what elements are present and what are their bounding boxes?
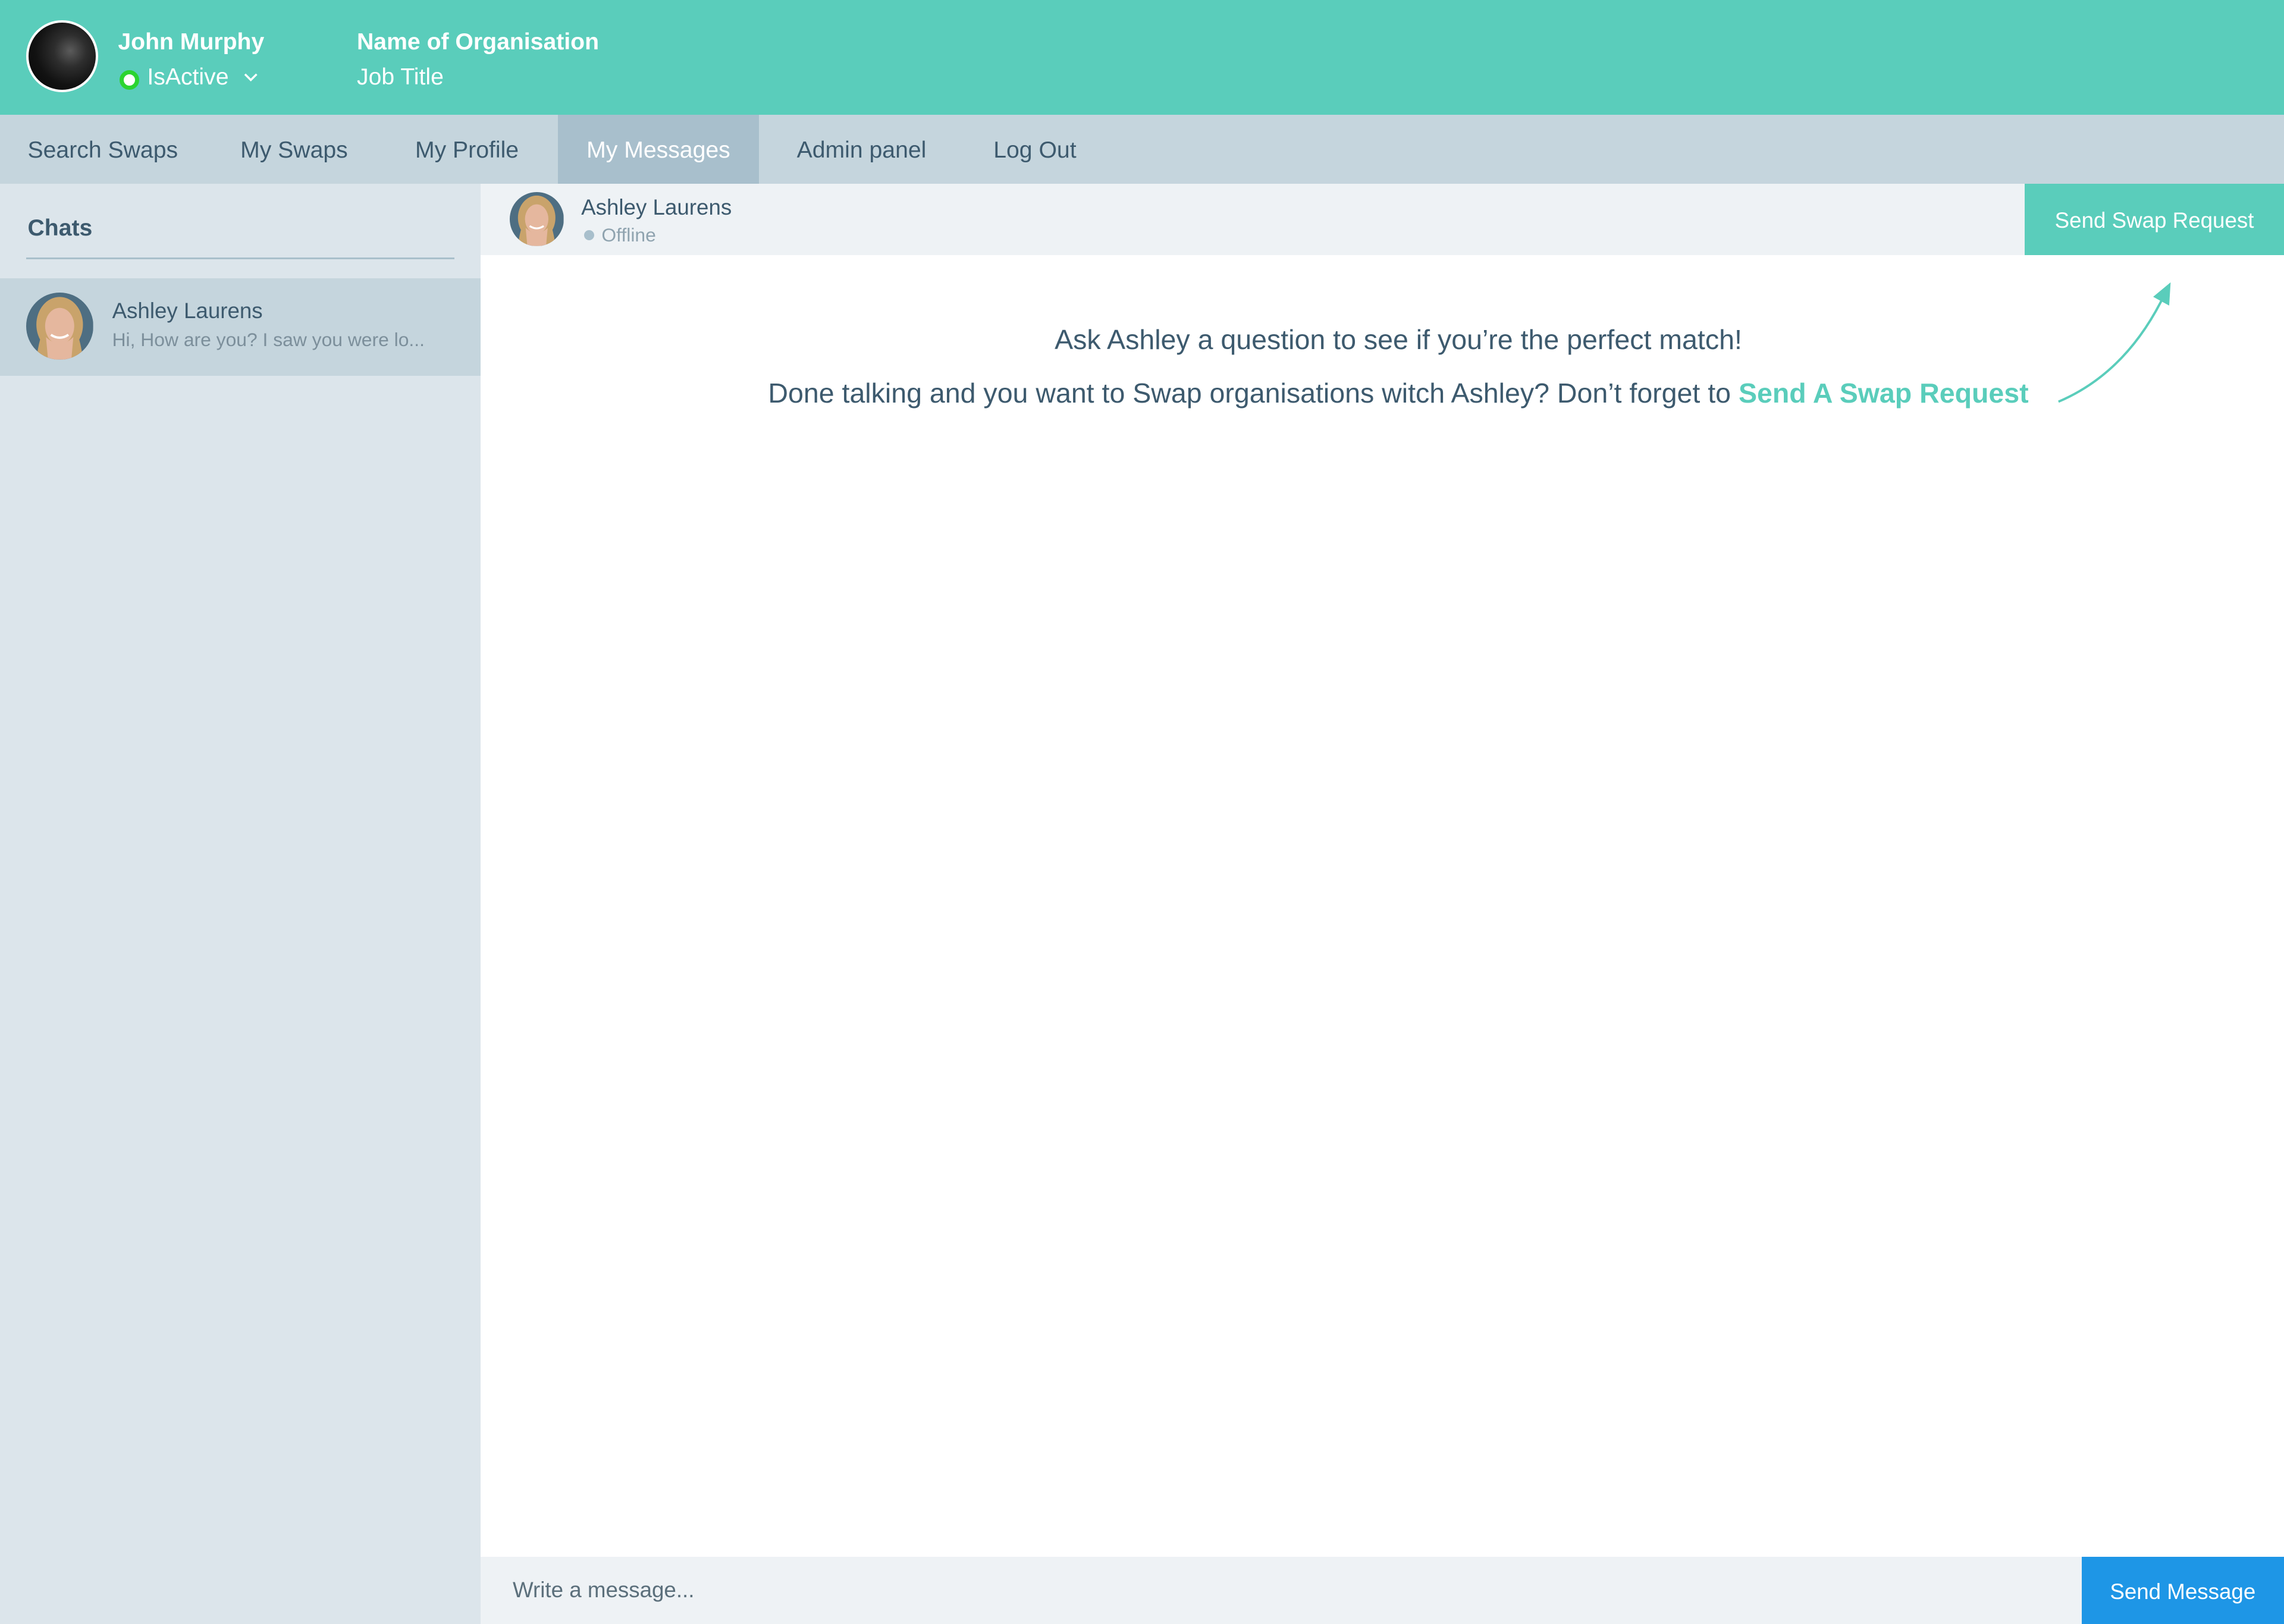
active-status-icon [119,70,140,90]
chat-preview: Hi, How are you? I saw you were lo... [112,329,425,351]
hint-text: Ask Ashley a question to see if you’re t… [1055,323,1742,355]
chats-sidebar: Chats Ashley Laurens Hi, How are you? I … [0,183,481,1624]
contact-status: Offline [601,224,656,246]
status-dropdown[interactable]: IsActive [147,64,228,90]
user-avatar[interactable] [26,20,98,92]
chat-name: Ashley Laurens [112,299,263,323]
contact-name: Ashley Laurens [581,195,732,220]
main-nav: Search Swaps My Swaps My Profile My Mess… [0,115,2284,184]
hint-text-secondary: Done talking and you want to Swap organi… [481,377,2284,409]
send-message-button[interactable]: Send Message [2081,1556,2284,1624]
divider [26,257,455,259]
chats-title: Chats [27,215,93,241]
contact-avatar [510,192,564,246]
top-header: John Murphy IsActive Name of Organisatio… [0,0,2284,115]
nav-my-profile[interactable]: My Profile [415,115,519,183]
organisation-name: Name of Organisation [357,29,600,55]
nav-log-out[interactable]: Log Out [993,115,1076,183]
contact-avatar [26,293,93,360]
hint-text-body: Done talking and you want to Swap organi… [768,378,1731,409]
nav-my-messages[interactable]: My Messages [557,115,759,184]
message-composer [481,1556,2284,1624]
send-swap-request-link[interactable]: Send A Swap Request [1739,378,2029,409]
user-name: John Murphy [118,29,265,55]
conversation-header: Ashley Laurens Offline [481,183,2284,255]
offline-status-icon [584,230,595,241]
chat-list-item[interactable]: Ashley Laurens Hi, How are you? I saw yo… [0,278,481,376]
nav-my-swaps[interactable]: My Swaps [240,115,348,183]
message-input[interactable] [481,1556,2082,1624]
job-title: Job Title [357,64,444,90]
send-swap-request-button[interactable]: Send Swap Request [2025,183,2284,255]
app-window: John Murphy IsActive Name of Organisatio… [0,0,2284,1624]
arrow-icon [2057,282,2170,403]
nav-admin-panel[interactable]: Admin panel [797,115,927,183]
nav-search-swaps[interactable]: Search Swaps [28,115,178,183]
chevron-down-icon[interactable] [242,68,259,86]
